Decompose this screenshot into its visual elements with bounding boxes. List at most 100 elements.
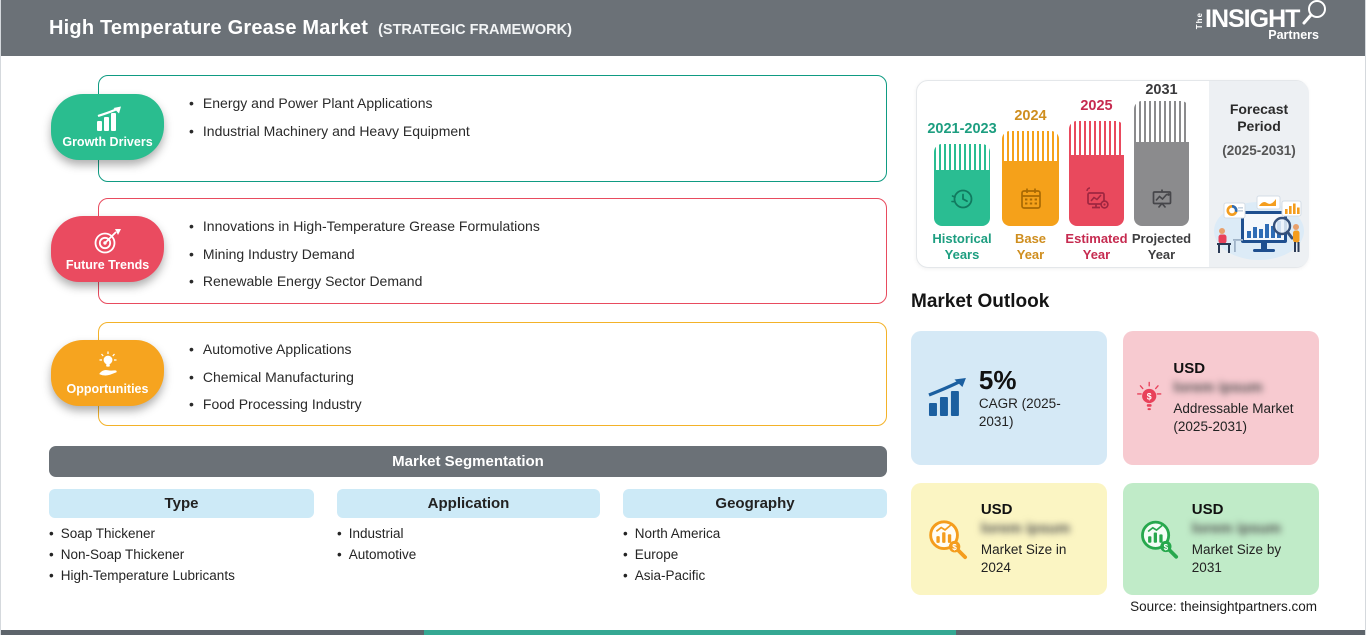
- forecast-range: (2025-2031): [1222, 143, 1296, 158]
- caption-line: Year: [1082, 247, 1111, 262]
- logo-the: The: [1195, 12, 1204, 30]
- market-size-2024-text: USD lorem ipsum Market Size in 2024: [981, 501, 1095, 577]
- forecast-period-panel: Forecast Period (2025-2031): [1209, 81, 1309, 267]
- card-label: Market Size by 2031: [1191, 542, 1282, 575]
- caption-line: Base: [1014, 231, 1047, 246]
- segmentation-list-type: Soap Thickener Non-Soap Thickener High-T…: [49, 524, 235, 586]
- timeline-bar-caption: Estimated Year: [1064, 231, 1129, 263]
- svg-text:$: $: [1147, 391, 1152, 401]
- bar-stripes: [934, 144, 990, 170]
- page-subtitle: (STRATEGIC FRAMEWORK): [378, 21, 572, 38]
- bulb-dollar-icon: $: [1137, 381, 1162, 411]
- bar-body: [1002, 161, 1059, 226]
- source-link[interactable]: Source: theinsightpartners.com: [1130, 599, 1317, 614]
- segmentation-list-geography: North America Europe Asia-Pacific: [623, 524, 721, 587]
- segmentation-title-bar: Market Segmentation: [49, 446, 887, 477]
- segmentation-header-application: Application: [337, 489, 600, 518]
- future-trends-list: Innovations in High-Temperature Grease F…: [189, 213, 540, 296]
- forecast-title: Forecast Period: [1209, 101, 1309, 135]
- currency-label: USD: [1173, 360, 1206, 377]
- page-title: High Temperature Grease Market: [49, 16, 369, 39]
- bar-stripes: [1002, 131, 1059, 161]
- future-trends-label: Future Trends: [65, 257, 150, 272]
- clock-history-icon: [951, 189, 973, 209]
- caption-line: Years: [944, 247, 980, 262]
- card-label: Market Size in 2024: [980, 542, 1067, 575]
- list-item: Non-Soap Thickener: [49, 545, 235, 566]
- market-size-2024-card: $ USD lorem ipsum Market Size in 2024: [911, 483, 1107, 595]
- list-item: Mining Industry Demand: [189, 241, 540, 269]
- blurred-value: lorem ipsum: [980, 520, 1071, 537]
- list-item: Innovations in High-Temperature Grease F…: [189, 213, 540, 241]
- card-label: Addressable Market (2025-2031): [1173, 401, 1294, 434]
- svg-text:$: $: [952, 543, 957, 552]
- currency-label: USD: [1191, 501, 1224, 518]
- svg-text:$: $: [1164, 543, 1169, 552]
- timeline-bar-caption: Historical Years: [921, 231, 1003, 263]
- list-item: Energy and Power Plant Applications: [189, 90, 470, 118]
- timeline-year: 2021-2023: [927, 121, 997, 137]
- bar-body: [1069, 155, 1124, 226]
- idea-hand-icon: [99, 351, 117, 375]
- segmentation-list-application: Industrial Automotive: [337, 524, 417, 566]
- forecast-title-line: Forecast: [1229, 101, 1289, 117]
- cagr-card: 5% CAGR (2025-2031): [911, 331, 1107, 465]
- caption-line: Year: [1016, 247, 1045, 262]
- list-item: Industrial: [337, 524, 416, 545]
- list-item: Automotive Applications: [189, 336, 362, 364]
- presentation-chart-icon: [1152, 189, 1171, 209]
- list-item: Chemical Manufacturing: [189, 364, 362, 392]
- list-item: Industrial Machinery and Heavy Equipment: [189, 118, 470, 146]
- growth-drivers-badge: Growth Drivers: [51, 94, 164, 160]
- magnifier-icon: [1302, 0, 1326, 25]
- growth-drivers-list: Energy and Power Plant Applications Indu…: [189, 90, 470, 145]
- opportunities-badge: Opportunities: [51, 340, 164, 406]
- growth-bars-icon: [928, 378, 966, 416]
- list-item: High-Temperature Lubricants: [49, 566, 235, 587]
- market-outlook-title: Market Outlook: [911, 291, 1050, 312]
- timeline-year: 2031: [1145, 82, 1178, 98]
- list-item: Food Processing Industry: [189, 391, 362, 419]
- segmentation-header-type: Type: [49, 489, 314, 518]
- caption-line: Projected: [1131, 231, 1192, 246]
- timeline-bar-historical: [934, 144, 990, 226]
- cagr-label: CAGR (2025-2031): [978, 396, 1061, 429]
- infographic-page: High Temperature Grease Market (STRATEGI…: [0, 0, 1366, 635]
- cagr-value: 5%: [978, 365, 1017, 395]
- magnifier-chart-icon: $: [929, 520, 968, 560]
- header-bar: High Temperature Grease Market (STRATEGI…: [1, 0, 1365, 56]
- timeline-card: 2021-2023 2024 2025 2031 Historical Year…: [916, 80, 1309, 268]
- bar-stripes: [1069, 121, 1124, 155]
- analysis-gear-icon: [1085, 187, 1109, 209]
- opportunities-list: Automotive Applications Chemical Manufac…: [189, 336, 362, 419]
- growth-drivers-label: Growth Drivers: [62, 134, 153, 149]
- caption-line: Historical: [932, 231, 992, 246]
- timeline-year: 2024: [1014, 108, 1047, 124]
- timeline-year: 2025: [1080, 98, 1113, 114]
- segmentation-header-geography: Geography: [623, 489, 887, 518]
- list-item: Europe: [623, 545, 720, 566]
- list-item: Asia-Pacific: [623, 566, 720, 587]
- timeline-bar-caption: Base Year: [1002, 231, 1059, 263]
- list-item: North America: [623, 524, 721, 545]
- timeline-bar-projected: [1134, 101, 1189, 226]
- addressable-market-card: $ USD lorem ipsum Addressable Market (20…: [1123, 331, 1319, 465]
- magnifier-chart-icon: $: [1141, 520, 1179, 559]
- list-item: Automotive: [337, 545, 417, 566]
- caption-line: Year: [1147, 247, 1176, 262]
- timeline-bar-base: [1002, 131, 1059, 226]
- forecast-title-line: Period: [1237, 118, 1281, 134]
- bar-body: [934, 170, 990, 226]
- timeline-bar-caption: Projected Year: [1129, 231, 1194, 263]
- opportunities-label: Opportunities: [66, 381, 149, 396]
- currency-label: USD: [980, 501, 1013, 518]
- timeline-bar-estimated: [1069, 121, 1124, 226]
- analytics-illustration: [1214, 195, 1304, 260]
- list-item: Renewable Energy Sector Demand: [189, 268, 540, 296]
- list-item: Soap Thickener: [49, 524, 235, 545]
- cagr-text: 5% CAGR (2025-2031): [979, 365, 1095, 431]
- insight-partners-logo: The INSIGHT Partners: [1195, 0, 1326, 50]
- bar-body: [1134, 142, 1189, 226]
- future-trends-badge: Future Trends: [51, 216, 164, 282]
- bottom-accent-bar: [1, 630, 1365, 635]
